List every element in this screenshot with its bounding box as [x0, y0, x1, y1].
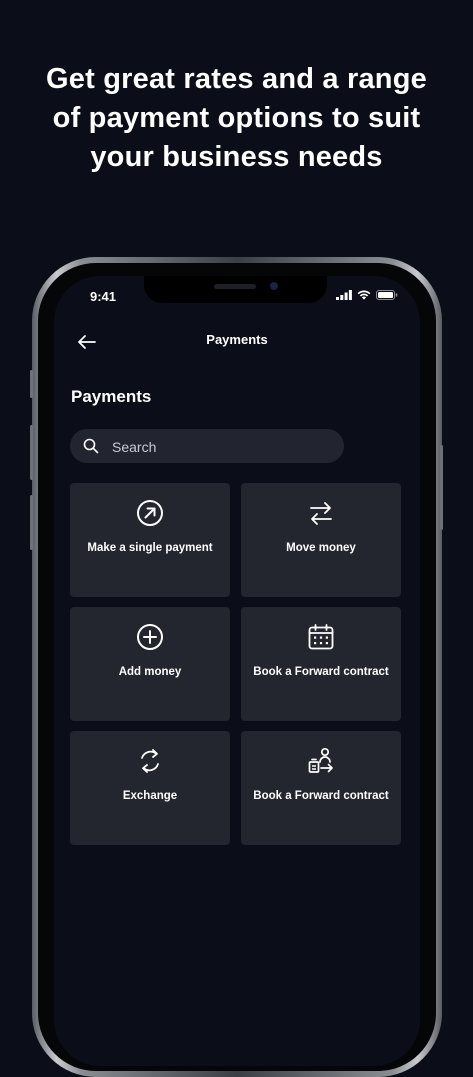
headline-line-1: Get great rates and a range — [46, 63, 427, 95]
phone-volume-up — [30, 425, 33, 480]
tile-label: Add money — [118, 666, 182, 678]
payment-options-grid: Make a single payment Move money Add mon… — [70, 483, 401, 845]
search-input[interactable] — [110, 429, 334, 465]
headline-line-3: your business needs — [90, 141, 383, 173]
tile-move-money[interactable]: Move money — [241, 483, 401, 597]
status-time: 9:41 — [90, 289, 117, 304]
arrow-up-right-circle-icon — [137, 500, 163, 526]
speaker — [214, 284, 256, 289]
status-icons — [336, 290, 398, 300]
signal-icon — [336, 290, 352, 300]
refresh-icon — [141, 749, 159, 773]
person-transfer-icon — [308, 747, 333, 773]
page-title: Payments — [71, 387, 152, 406]
search-icon — [83, 438, 99, 454]
transfer-arrows-icon — [310, 502, 332, 525]
tile-book-forward-contract-2[interactable]: Book a Forward contract — [241, 731, 401, 845]
tile-label: Exchange — [122, 790, 178, 802]
search-bar[interactable] — [70, 429, 344, 465]
nav-title: Payments — [206, 332, 268, 347]
tile-label: Move money — [286, 542, 356, 554]
tile-exchange[interactable]: Exchange — [70, 731, 230, 845]
tile-label: Book a Forward contract — [253, 790, 389, 802]
wifi-icon — [357, 290, 371, 300]
tile-make-single-payment[interactable]: Make a single payment — [70, 483, 230, 597]
plus-circle-icon — [137, 624, 163, 650]
camera — [270, 282, 278, 290]
headline-line-2: of payment options to suit — [52, 102, 421, 134]
phone-volume-down — [30, 495, 33, 550]
notch — [144, 276, 327, 303]
phone-screen: 9:41 Payments Payments Search Make a sin… — [54, 276, 420, 1066]
marketing-headline: Get great rates and a range of payment o… — [0, 60, 473, 177]
tile-label: Book a Forward contract — [253, 666, 389, 678]
phone-side-button — [30, 370, 33, 398]
phone-power-button — [440, 445, 443, 530]
tile-book-forward-contract[interactable]: Book a Forward contract — [241, 607, 401, 721]
tile-add-money[interactable]: Add money — [70, 607, 230, 721]
battery-icon — [376, 290, 398, 300]
tile-label: Make a single payment — [87, 542, 213, 554]
calendar-icon — [308, 624, 334, 650]
